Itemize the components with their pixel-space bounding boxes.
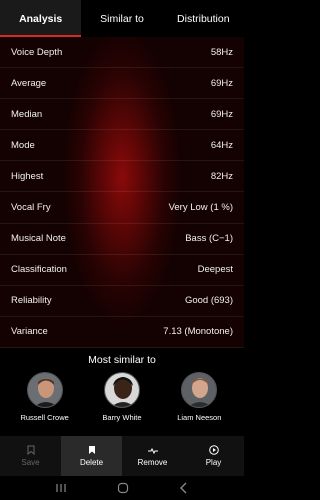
tab-bar: Analysis Similar to Distribution [0, 0, 244, 37]
person-liam-neeson[interactable]: Liam Neeson [163, 372, 235, 422]
avatar [103, 372, 140, 408]
play-label: Play [205, 458, 222, 467]
bookmark-filled-icon [88, 446, 95, 454]
metric-label: Variance [11, 326, 48, 338]
metric-row-highest: Highest 82Hz [0, 161, 244, 193]
similar-people-list: Russell Crowe Barry White Liam Neeson [0, 366, 244, 422]
metric-value: Deepest [197, 264, 233, 276]
recent-apps-icon[interactable] [55, 483, 67, 493]
metric-row-classification: Classification Deepest [0, 255, 244, 286]
person-name: Barry White [102, 413, 142, 422]
metric-value: Good (693) [184, 295, 233, 307]
metric-row-voice-depth: Voice Depth 58Hz [0, 37, 244, 69]
metric-value: Bass (C−1) [185, 233, 233, 245]
metric-row-variance: Variance 7.13 (Monotone) [0, 317, 244, 348]
metric-label: Voice Depth [11, 46, 63, 58]
back-icon[interactable] [179, 482, 189, 494]
metric-label: Reliability [11, 295, 52, 307]
system-nav-bar [0, 476, 244, 500]
metric-value: 69Hz [210, 108, 233, 120]
metric-value: Very Low (1 %) [168, 202, 233, 214]
bookmark-icon [27, 445, 34, 455]
metric-row-median: Median 69Hz [0, 99, 244, 131]
metric-label: Mode [11, 139, 35, 151]
waveform-icon [147, 447, 158, 455]
metric-label: Vocal Fry [11, 202, 51, 214]
save-label: Save [21, 458, 40, 467]
avatar [181, 372, 218, 408]
metric-row-vocal-fry: Vocal Fry Very Low (1 %) [0, 192, 244, 224]
most-similar-section: Most similar to Russell Crowe Barry Whit… [0, 348, 244, 436]
metric-value: 64Hz [210, 139, 233, 151]
delete-button[interactable]: Delete [61, 436, 122, 476]
metric-label: Median [11, 108, 43, 120]
metric-label: Musical Note [11, 233, 66, 245]
tab-similar-to[interactable]: Similar to [81, 0, 162, 37]
metric-value: 58Hz [210, 46, 233, 58]
analysis-panel: Voice Depth 58Hz Average 69Hz Median 69H… [0, 37, 244, 348]
metric-value: 69Hz [210, 77, 233, 89]
save-button[interactable]: Save [0, 436, 61, 476]
metric-label: Classification [11, 264, 67, 276]
metric-row-average: Average 69Hz [0, 68, 244, 100]
remove-button[interactable]: Remove [122, 436, 183, 476]
metric-label: Average [11, 77, 47, 89]
remove-label: Remove [137, 458, 168, 467]
avatar [26, 372, 63, 408]
metric-value: 82Hz [210, 170, 233, 182]
tab-distribution[interactable]: Distribution [163, 0, 244, 37]
action-bar: Save Delete Remove Play [0, 436, 244, 476]
metric-label: Highest [11, 170, 44, 182]
metric-row-mode: Mode 64Hz [0, 130, 244, 162]
play-icon [208, 445, 219, 455]
person-barry-white[interactable]: Barry White [86, 372, 158, 422]
play-button[interactable]: Play [183, 436, 244, 476]
home-icon[interactable] [117, 482, 129, 494]
person-russell-crowe[interactable]: Russell Crowe [9, 372, 81, 422]
person-name: Russell Crowe [20, 413, 69, 422]
section-title: Most similar to [88, 354, 156, 366]
metric-row-musical-note: Musical Note Bass (C−1) [0, 224, 244, 255]
delete-label: Delete [79, 458, 104, 467]
metric-value: 7.13 (Monotone) [163, 326, 233, 338]
person-name: Liam Neeson [177, 413, 222, 422]
tab-analysis[interactable]: Analysis [0, 0, 82, 37]
metric-row-reliability: Reliability Good (693) [0, 286, 244, 317]
